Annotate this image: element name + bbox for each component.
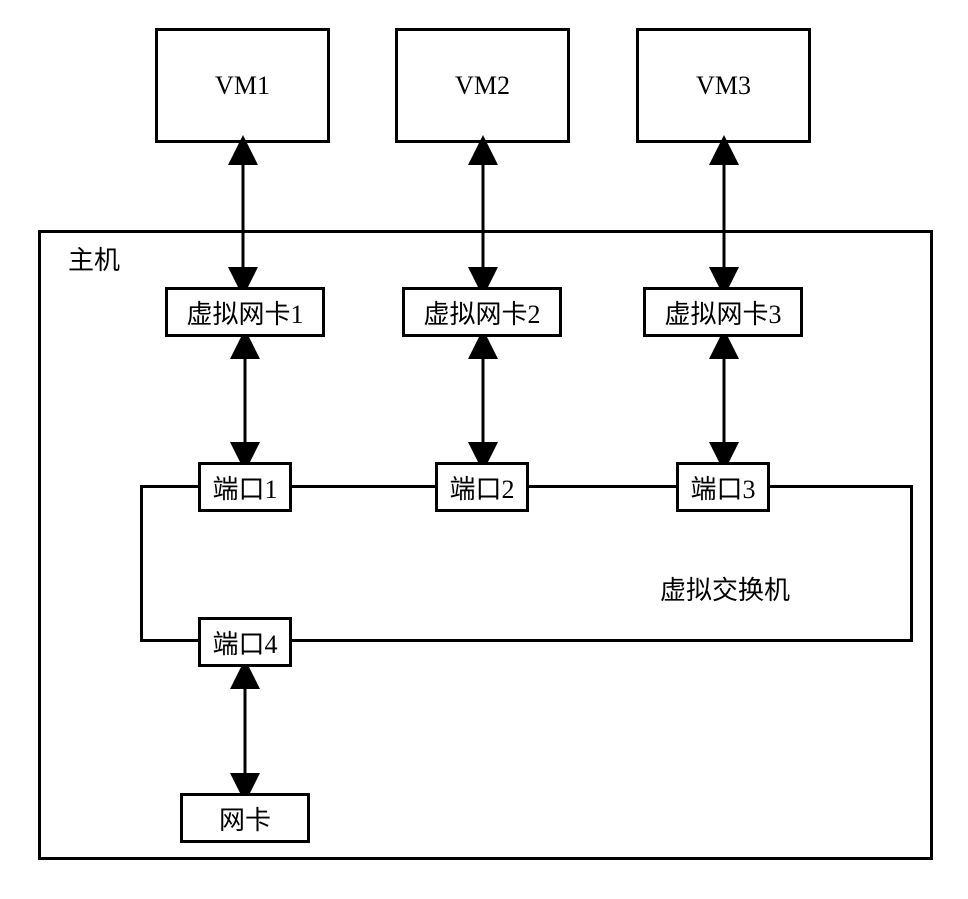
vnic2-label: 虚拟网卡2 (423, 294, 540, 331)
vm2-box: VM2 (395, 28, 570, 143)
vm2-label: VM2 (455, 71, 510, 101)
vm1-box: VM1 (155, 28, 330, 143)
vm1-label: VM1 (215, 71, 270, 101)
port1-label: 端口1 (212, 469, 277, 506)
vnic3-label: 虚拟网卡3 (664, 294, 781, 331)
port4-label: 端口4 (212, 624, 277, 661)
nic-label: 网卡 (219, 800, 271, 837)
vnic2-box: 虚拟网卡2 (402, 287, 562, 337)
vnic1-label: 虚拟网卡1 (186, 294, 303, 331)
vm3-box: VM3 (636, 28, 811, 143)
port2-label: 端口2 (449, 469, 514, 506)
nic-box: 网卡 (180, 793, 310, 843)
vswitch-label: 虚拟交换机 (660, 570, 790, 607)
vm3-label: VM3 (696, 71, 751, 101)
port3-box: 端口3 (676, 462, 770, 512)
port3-label: 端口3 (690, 469, 755, 506)
host-label: 主机 (68, 240, 120, 277)
port4-box: 端口4 (198, 617, 292, 667)
vnic3-box: 虚拟网卡3 (643, 287, 803, 337)
vnic1-box: 虚拟网卡1 (165, 287, 325, 337)
port1-box: 端口1 (198, 462, 292, 512)
port2-box: 端口2 (435, 462, 529, 512)
